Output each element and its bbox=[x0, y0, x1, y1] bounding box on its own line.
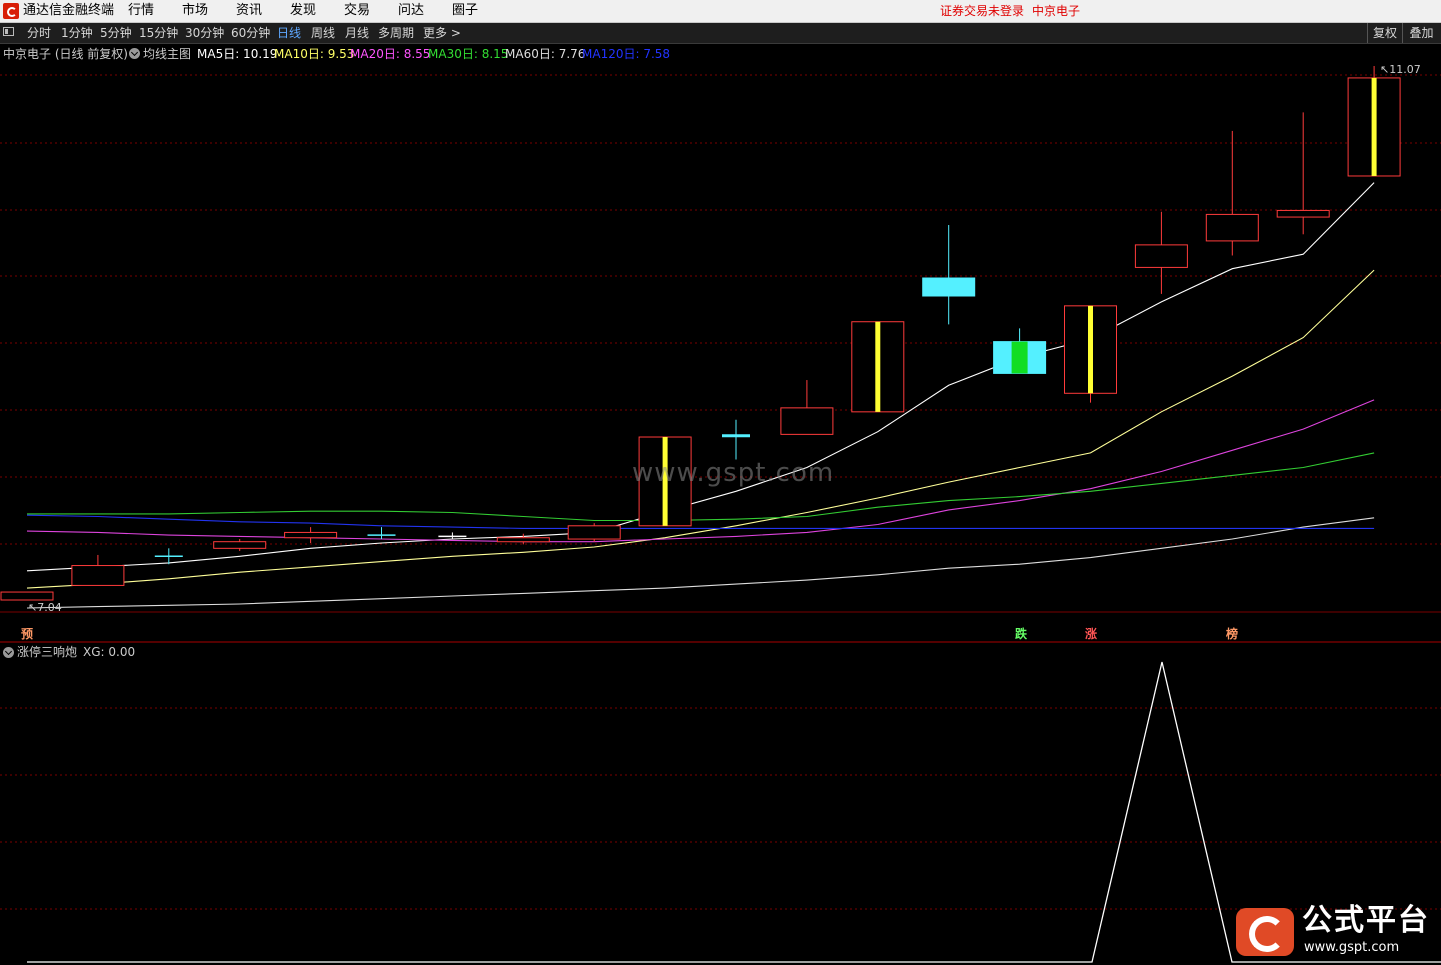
candle-body bbox=[496, 537, 550, 543]
candle bbox=[780, 380, 834, 435]
candle bbox=[1347, 66, 1401, 177]
candle bbox=[851, 321, 905, 413]
candle bbox=[993, 328, 1047, 374]
brand-watermark-url: www.gspt.com bbox=[1304, 940, 1400, 955]
candle bbox=[1276, 112, 1330, 235]
brand-logo-icon bbox=[1236, 908, 1294, 956]
limit-up-bar bbox=[1371, 77, 1377, 176]
ma10-line bbox=[26, 269, 1375, 589]
candle bbox=[722, 419, 750, 460]
candle bbox=[438, 532, 467, 540]
candle-body bbox=[71, 565, 125, 586]
high-price-value: 11.07 bbox=[1389, 63, 1421, 76]
candle bbox=[1134, 211, 1188, 294]
limit-up-bar bbox=[875, 321, 881, 412]
signal-marker: 涨 bbox=[1085, 627, 1098, 641]
signal-marker: 榜 bbox=[1226, 627, 1239, 641]
candle bbox=[1205, 130, 1259, 256]
candle-body bbox=[1276, 209, 1330, 218]
candle bbox=[0, 591, 54, 601]
high-price-label: ↖11.07 bbox=[1380, 63, 1421, 76]
candle bbox=[1064, 305, 1117, 403]
candle-body bbox=[922, 277, 976, 297]
candle bbox=[284, 527, 338, 544]
xg-line bbox=[27, 661, 1441, 963]
candle-body bbox=[1205, 213, 1259, 242]
candle-body bbox=[780, 407, 834, 435]
sub-indicator-menu-icon[interactable] bbox=[3, 647, 14, 658]
signal-marker: 预 bbox=[21, 627, 34, 641]
candle-core bbox=[1011, 341, 1028, 374]
candle-body bbox=[213, 541, 267, 549]
low-price-value: 7.04 bbox=[37, 601, 62, 614]
candle bbox=[922, 225, 976, 325]
candle-body bbox=[1134, 244, 1188, 268]
candle bbox=[367, 527, 396, 540]
candle bbox=[567, 523, 621, 542]
candle bbox=[71, 554, 125, 586]
candle-body bbox=[0, 591, 54, 601]
candle-body bbox=[567, 525, 621, 540]
ma120-line bbox=[26, 514, 1375, 529]
center-watermark: www.gspt.com bbox=[632, 458, 835, 488]
candle bbox=[213, 539, 267, 551]
candle-body bbox=[284, 531, 338, 539]
limit-up-bar bbox=[1088, 305, 1093, 394]
sub-indicator-name[interactable]: 涨停三响炮 bbox=[17, 645, 77, 659]
brand-watermark: 公式平台 bbox=[1302, 903, 1430, 938]
sub-indicator-value: XG: 0.00 bbox=[83, 645, 136, 659]
signal-marker: 跌 bbox=[1015, 627, 1028, 641]
low-price-label: ↖7.04 bbox=[28, 601, 62, 614]
